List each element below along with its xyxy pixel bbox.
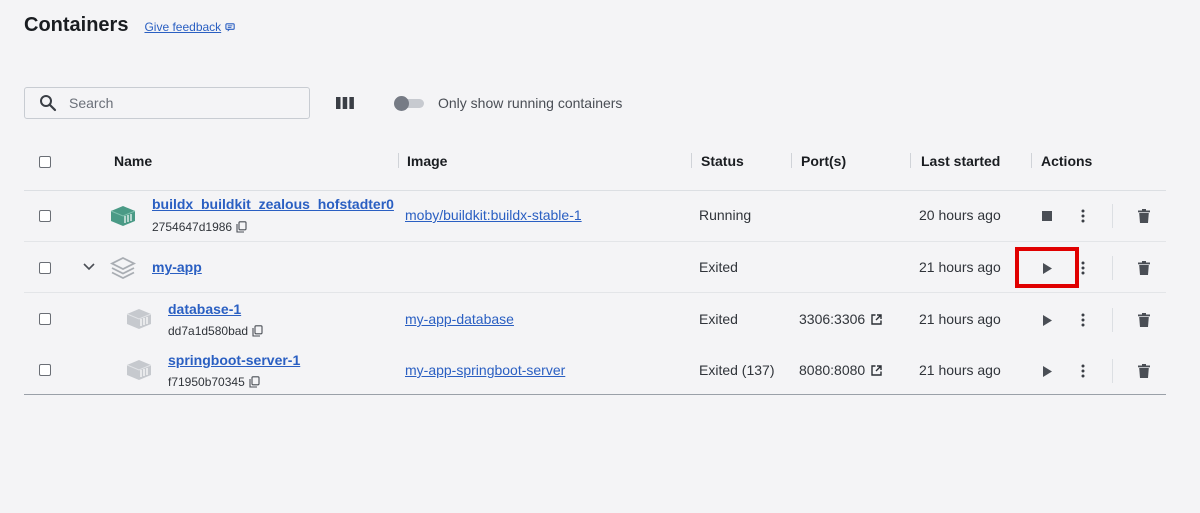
status-text: Running [699, 207, 752, 223]
column-header-ports[interactable]: Port(s) [801, 153, 846, 169]
table-row[interactable]: springboot-server-1 f71950b70345 my-app-… [24, 344, 1166, 395]
search-icon [40, 95, 57, 112]
start-button[interactable] [1037, 361, 1057, 381]
last-started-text: 21 hours ago [919, 311, 1001, 327]
external-link-icon [871, 364, 882, 376]
action-divider [1112, 308, 1113, 332]
port-link[interactable]: 3306:3306 [799, 311, 882, 327]
port-link[interactable]: 8080:8080 [799, 362, 882, 378]
column-divider[interactable] [691, 153, 692, 168]
port-text: 8080:8080 [799, 362, 866, 378]
container-id-text: dd7a1d580bad [168, 324, 249, 338]
image-link[interactable]: my-app-springboot-server [405, 362, 565, 378]
last-started-text: 21 hours ago [919, 362, 1001, 378]
table-header: Name Image Status Port(s) Last started A… [24, 140, 1166, 191]
running-only-label: Only show running containers [438, 95, 623, 111]
kebab-icon [1081, 261, 1085, 275]
delete-button[interactable] [1134, 361, 1154, 381]
status-text: Exited [699, 259, 738, 275]
image-link[interactable]: my-app-database [405, 311, 514, 327]
columns-toggle-button[interactable] [334, 92, 356, 114]
stop-icon [1042, 211, 1052, 221]
container-name-link[interactable]: buildx_buildkit_zealous_hofstadter0 [152, 196, 394, 212]
table-row[interactable]: database-1 dd7a1d580bad my-app-database … [24, 293, 1166, 344]
search-input[interactable] [69, 95, 269, 111]
view-columns-icon [336, 97, 354, 109]
trash-icon [1138, 261, 1150, 275]
stack-icon [110, 256, 136, 280]
give-feedback-label: Give feedback [144, 20, 222, 34]
more-actions-button[interactable] [1073, 206, 1093, 226]
port-text: 3306:3306 [799, 311, 866, 327]
container-id-text: f71950b70345 [168, 375, 245, 389]
toolbar: Only show running containers [24, 87, 644, 119]
more-actions-button[interactable] [1073, 361, 1093, 381]
delete-button[interactable] [1134, 258, 1154, 278]
last-started-text: 21 hours ago [919, 259, 1001, 275]
kebab-icon [1081, 209, 1085, 223]
image-link[interactable]: moby/buildkit:buildx-stable-1 [405, 207, 582, 223]
play-icon [1042, 314, 1052, 326]
last-started-text: 20 hours ago [919, 207, 1001, 223]
toggle-knob [394, 96, 409, 111]
page-header: Containers Give feedback [24, 14, 236, 37]
delete-button[interactable] [1134, 310, 1154, 330]
status-text: Exited (137) [699, 362, 775, 378]
container-stopped-icon [126, 360, 152, 380]
give-feedback-link[interactable]: Give feedback [144, 20, 236, 34]
more-actions-button[interactable] [1073, 258, 1093, 278]
select-all-checkbox[interactable] [39, 156, 51, 168]
chevron-down-icon[interactable] [83, 263, 95, 271]
stop-button[interactable] [1037, 206, 1057, 226]
column-header-status[interactable]: Status [701, 153, 744, 169]
more-actions-button[interactable] [1073, 310, 1093, 330]
action-divider [1112, 359, 1113, 383]
containers-table: Name Image Status Port(s) Last started A… [24, 140, 1166, 395]
container-name-link[interactable]: database-1 [168, 301, 241, 317]
table-row[interactable]: buildx_buildkit_zealous_hofstadter0 2754… [24, 191, 1166, 242]
row-checkbox[interactable] [39, 262, 51, 274]
column-divider[interactable] [910, 153, 911, 168]
search-box[interactable] [24, 87, 310, 119]
external-link-icon [871, 313, 882, 325]
action-divider [1112, 256, 1113, 280]
column-divider[interactable] [398, 153, 399, 168]
start-button[interactable] [1037, 258, 1057, 278]
container-id-text: 2754647d1986 [152, 220, 233, 234]
copy-icon[interactable] [249, 376, 260, 388]
play-icon [1042, 262, 1052, 274]
copy-icon[interactable] [236, 221, 247, 233]
column-header-last-started[interactable]: Last started [921, 153, 1000, 169]
row-checkbox[interactable] [39, 364, 51, 376]
column-divider[interactable] [791, 153, 792, 168]
running-only-toggle[interactable] [394, 95, 424, 111]
trash-icon [1138, 313, 1150, 327]
column-divider[interactable] [1031, 153, 1032, 168]
container-id: dd7a1d580bad [168, 324, 263, 338]
kebab-icon [1081, 313, 1085, 327]
container-stopped-icon [126, 309, 152, 329]
start-button[interactable] [1037, 310, 1057, 330]
copy-icon[interactable] [252, 325, 263, 337]
kebab-icon [1081, 364, 1085, 378]
table-row[interactable]: my-app Exited 21 hours ago [24, 242, 1166, 293]
row-checkbox[interactable] [39, 210, 51, 222]
container-name-link[interactable]: springboot-server-1 [168, 352, 300, 368]
trash-icon [1138, 209, 1150, 223]
container-running-icon [110, 206, 136, 226]
container-id: 2754647d1986 [152, 220, 247, 234]
status-text: Exited [699, 311, 738, 327]
row-checkbox[interactable] [39, 313, 51, 325]
page-title: Containers [24, 14, 129, 36]
feedback-icon [225, 22, 235, 32]
column-header-actions: Actions [1041, 153, 1093, 169]
delete-button[interactable] [1134, 206, 1154, 226]
action-divider [1112, 204, 1113, 228]
play-icon [1042, 365, 1052, 377]
trash-icon [1138, 364, 1150, 378]
column-header-image[interactable]: Image [407, 153, 447, 169]
container-name-link[interactable]: my-app [152, 259, 202, 275]
container-id: f71950b70345 [168, 375, 260, 389]
column-header-name[interactable]: Name [114, 153, 152, 169]
